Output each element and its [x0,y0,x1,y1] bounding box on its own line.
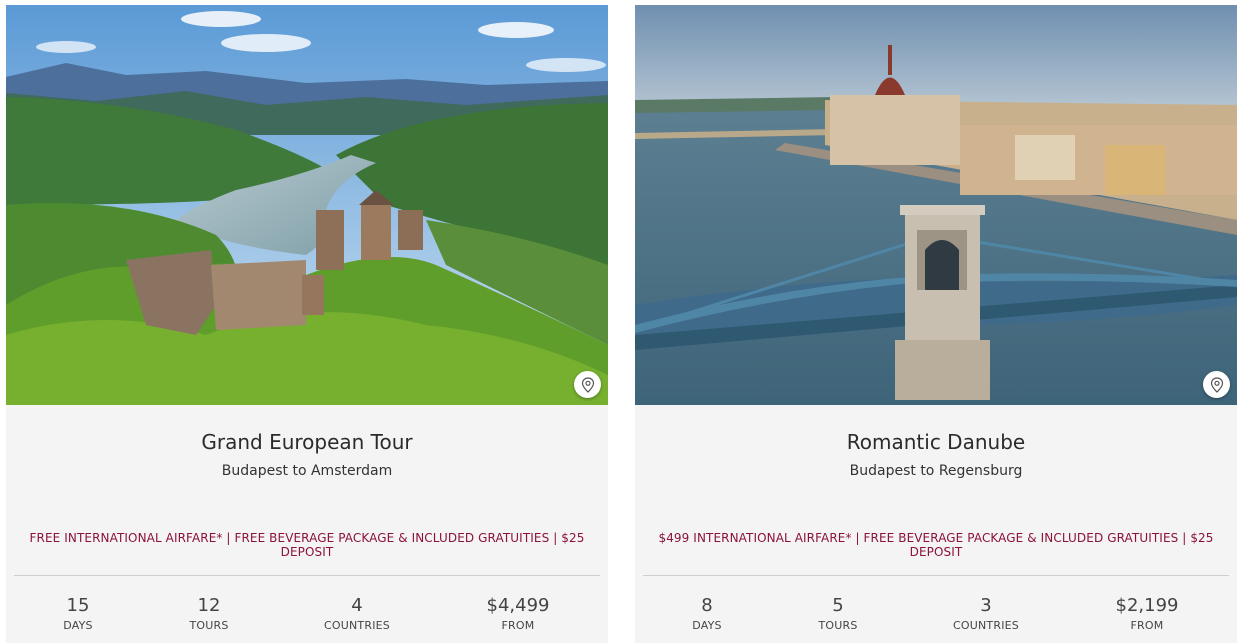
stat-label: FROM [501,619,535,632]
tour-card-romantic-danube[interactable]: Romantic Danube Budapest to Regensburg $… [635,5,1237,643]
stat-label: TOURS [818,619,858,632]
stat-value: 8 [701,595,713,616]
stat-value: $4,499 [486,595,550,616]
stat-countries: 3 COUNTRIES [926,595,1046,632]
stat-tours: 12 TOURS [149,595,269,632]
stat-value: $2,199 [1115,595,1179,616]
budapest-bridge-image [635,5,1237,405]
stat-days: 8 DAYS [647,595,767,632]
stat-value: 12 [197,595,221,616]
stat-label: COUNTRIES [953,619,1019,632]
tour-route: Budapest to Amsterdam [221,463,393,479]
tour-title[interactable]: Grand European Tour [6,430,608,454]
stat-label: COUNTRIES [324,619,390,632]
promo-text: FREE INTERNATIONAL AIRFARE* | FREE BEVER… [29,531,585,559]
stat-label: TOURS [189,619,229,632]
tour-card-grand-european[interactable]: Grand European Tour Budapest to Amsterda… [6,5,608,643]
map-pin-icon [1210,376,1223,393]
tour-title[interactable]: Romantic Danube [635,430,1237,454]
stat-value: 4 [351,595,363,616]
stat-label: DAYS [692,619,722,632]
tour-photo-budapest-bridge[interactable] [635,5,1237,405]
stat-price: $4,499 FROM [458,595,578,632]
map-pin-button[interactable] [574,371,601,398]
stat-label: FROM [1130,619,1164,632]
divider [643,575,1229,576]
tour-route: Budapest to Regensburg [849,463,1023,479]
tour-photo-castle-river[interactable] [6,5,608,405]
stat-value: 3 [980,595,992,616]
map-pin-button[interactable] [1203,371,1230,398]
stat-value: 15 [66,595,90,616]
divider [14,575,600,576]
castle-valley-image [6,5,608,405]
map-pin-icon [581,376,594,393]
promo-text: $499 INTERNATIONAL AIRFARE* | FREE BEVER… [658,531,1214,559]
stat-countries: 4 COUNTRIES [297,595,417,632]
stat-label: DAYS [63,619,93,632]
stat-value: 5 [832,595,844,616]
stat-tours: 5 TOURS [778,595,898,632]
stat-days: 15 DAYS [18,595,138,632]
stat-price: $2,199 FROM [1087,595,1207,632]
